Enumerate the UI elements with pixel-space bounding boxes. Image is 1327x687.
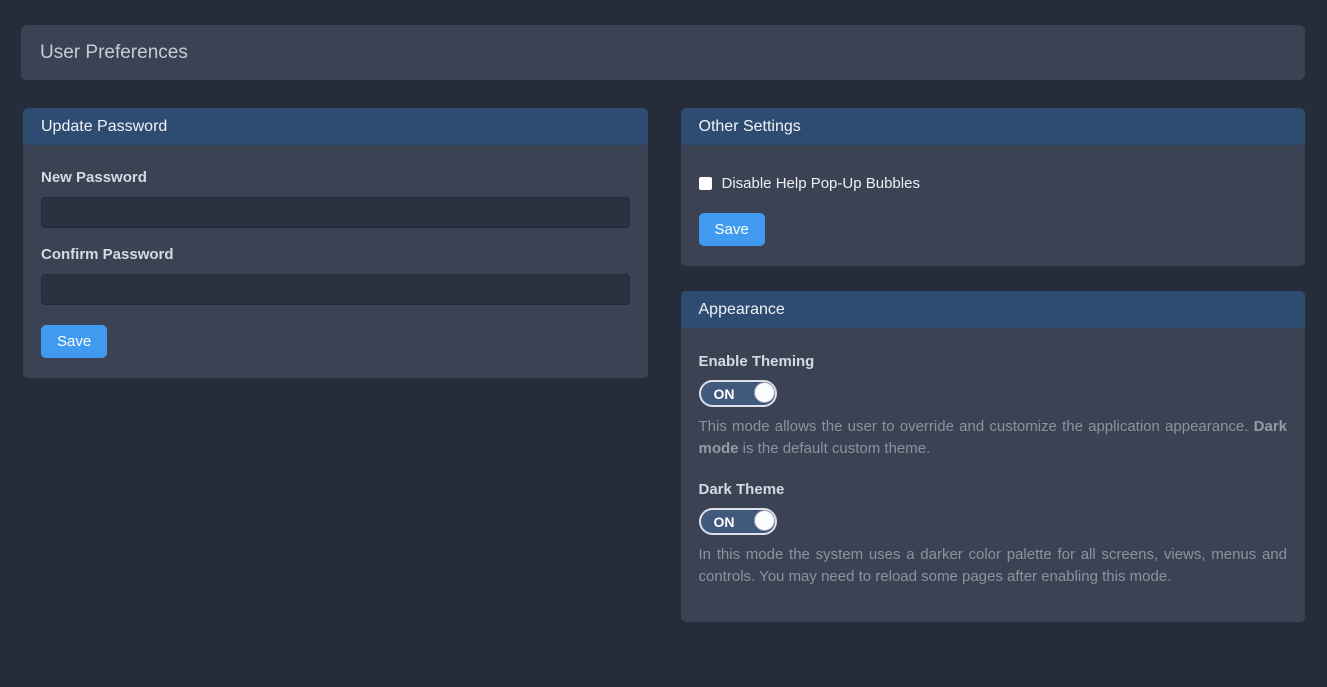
right-column: Other Settings Disable Help Pop-Up Bubbl… — [681, 108, 1306, 622]
disable-help-checkbox[interactable] — [699, 177, 712, 190]
update-password-panel-header: Update Password — [23, 108, 648, 145]
dark-theme-setting: Dark Theme ON In this mode the system us… — [699, 481, 1288, 588]
update-password-save-button[interactable]: Save — [41, 325, 107, 358]
dark-theme-label: Dark Theme — [699, 481, 1288, 498]
page-title: User Preferences — [40, 42, 188, 64]
enable-theming-label: Enable Theming — [699, 353, 1288, 370]
enable-theming-toggle[interactable]: ON — [699, 380, 777, 407]
appearance-panel: Appearance Enable Theming ON This mode a… — [681, 291, 1306, 622]
update-password-panel-title: Update Password — [41, 118, 167, 136]
other-settings-panel-header: Other Settings — [681, 108, 1306, 145]
dark-theme-description: In this mode the system uses a darker co… — [699, 544, 1288, 588]
other-settings-panel: Other Settings Disable Help Pop-Up Bubbl… — [681, 108, 1306, 266]
content-columns: Update Password New Password Confirm Pas… — [23, 108, 1305, 622]
enable-theming-description-text-1: This mode allows the user to override an… — [699, 418, 1254, 435]
toggle-knob[interactable] — [754, 510, 775, 531]
new-password-input[interactable] — [41, 197, 630, 228]
confirm-password-label: Confirm Password — [41, 246, 630, 263]
appearance-panel-title: Appearance — [699, 301, 785, 319]
enable-theming-description: This mode allows the user to override an… — [699, 416, 1288, 460]
disable-help-checkbox-row: Disable Help Pop-Up Bubbles — [699, 175, 1288, 192]
other-settings-panel-body: Disable Help Pop-Up Bubbles Save — [681, 145, 1306, 266]
user-preferences-page: User Preferences Update Password New Pas… — [0, 25, 1327, 622]
appearance-panel-body: Enable Theming ON This mode allows the u… — [681, 328, 1306, 622]
enable-theming-toggle-state: ON — [714, 386, 735, 402]
dark-theme-toggle-state: ON — [714, 514, 735, 530]
dark-theme-toggle[interactable]: ON — [699, 508, 777, 535]
new-password-label: New Password — [41, 169, 630, 186]
toggle-knob[interactable] — [754, 382, 775, 403]
enable-theming-description-text-2: is the default custom theme. — [739, 440, 931, 457]
left-column: Update Password New Password Confirm Pas… — [23, 108, 648, 378]
appearance-panel-header: Appearance — [681, 291, 1306, 328]
update-password-panel-body: New Password Confirm Password Save — [23, 145, 648, 378]
page-title-bar: User Preferences — [21, 25, 1305, 80]
other-settings-save-button[interactable]: Save — [699, 213, 765, 246]
confirm-password-input[interactable] — [41, 274, 630, 305]
other-settings-panel-title: Other Settings — [699, 118, 801, 136]
disable-help-checkbox-label[interactable]: Disable Help Pop-Up Bubbles — [722, 175, 920, 192]
update-password-panel: Update Password New Password Confirm Pas… — [23, 108, 648, 378]
enable-theming-setting: Enable Theming ON This mode allows the u… — [699, 353, 1288, 460]
